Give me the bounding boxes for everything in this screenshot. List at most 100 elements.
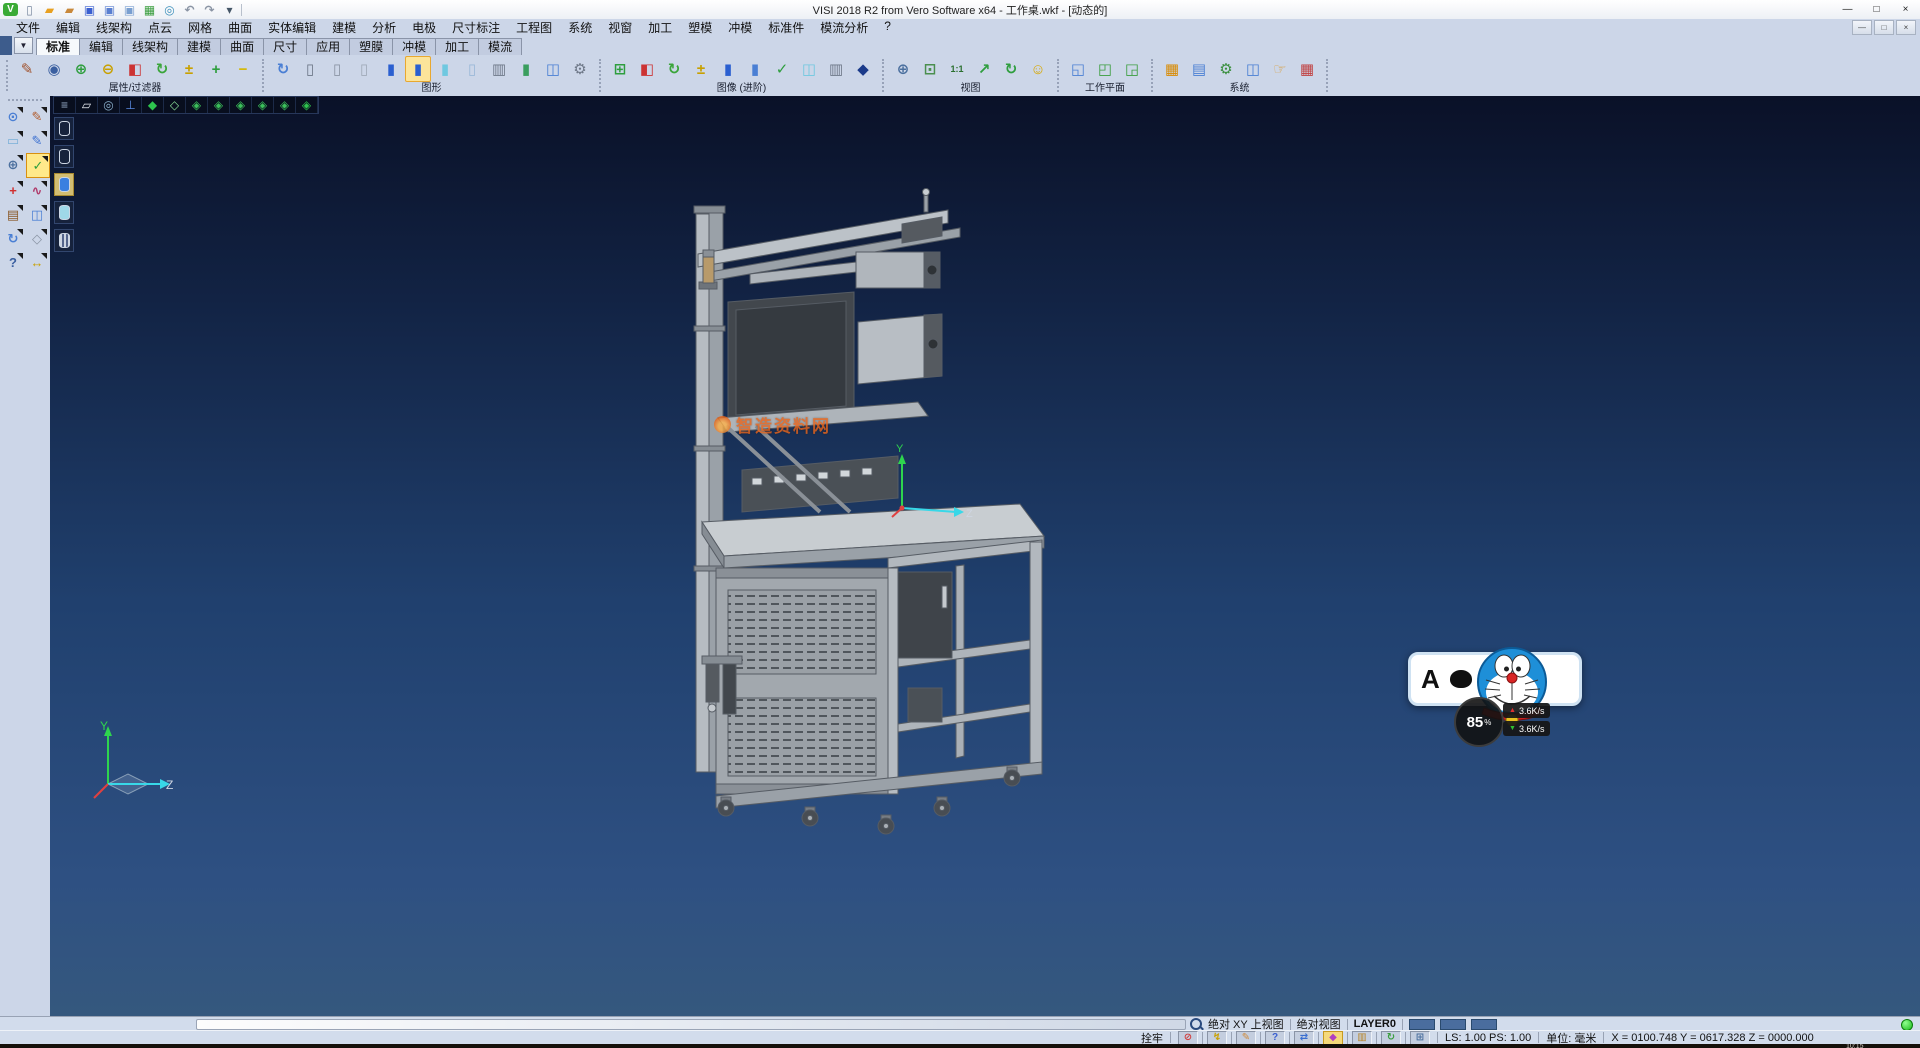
- hide-entities-icon[interactable]: ⊖: [95, 56, 121, 82]
- render-update-icon[interactable]: ▮: [513, 56, 539, 82]
- selection-filter-icon[interactable]: ⊙: [2, 105, 24, 128]
- minimize-button[interactable]: —: [1833, 1, 1862, 19]
- help-icon[interactable]: ?: [2, 251, 24, 274]
- shading-cube-icon[interactable]: ◇: [26, 227, 48, 250]
- rotate-view-icon[interactable]: ↻: [998, 56, 1024, 82]
- section-view-icon[interactable]: ▮: [742, 56, 768, 82]
- zoom-dynamic-icon[interactable]: ⊕: [2, 153, 24, 176]
- menu-item[interactable]: 建模: [324, 19, 364, 36]
- undo-icon[interactable]: ↶: [181, 2, 198, 17]
- new-file-icon[interactable]: ▯: [21, 2, 38, 17]
- ribbon-tab[interactable]: 建模: [177, 38, 221, 55]
- menu-item[interactable]: 线架构: [88, 19, 140, 36]
- menu-item[interactable]: 文件: [8, 19, 48, 36]
- menu-item[interactable]: 冲模: [720, 19, 760, 36]
- redo-icon[interactable]: ↷: [201, 2, 218, 17]
- menu-item[interactable]: 标准件: [760, 19, 812, 36]
- menu-item[interactable]: 实体编辑: [260, 19, 324, 36]
- search-icon[interactable]: [1190, 1018, 1202, 1030]
- viewport-menu-icon[interactable]: ≡: [54, 97, 76, 113]
- pan-view-icon[interactable]: ↗: [971, 56, 997, 82]
- color-table-icon[interactable]: ▦: [1159, 56, 1185, 82]
- zoom-1-1-icon[interactable]: 1:1: [944, 56, 970, 82]
- visibility-filter-icon[interactable]: ◧: [122, 56, 148, 82]
- toggle-visibility-icon[interactable]: ±: [176, 56, 202, 82]
- view-left-icon[interactable]: ◈: [230, 97, 252, 113]
- open-file-icon[interactable]: ▰: [41, 2, 58, 17]
- zoom-window-icon[interactable]: ⊕: [890, 56, 916, 82]
- menu-item[interactable]: 网格: [180, 19, 220, 36]
- curve-edit-icon[interactable]: ∿: [26, 179, 48, 202]
- ribbon-tab[interactable]: 塑膜: [349, 38, 393, 55]
- ribbon-tab[interactable]: 标准: [36, 38, 80, 55]
- customize-toolbar-icon[interactable]: ▾: [221, 2, 238, 17]
- wireframe-mode-icon[interactable]: ▯: [297, 56, 323, 82]
- smart-snap-icon[interactable]: ↯: [1207, 1031, 1227, 1045]
- toolbar-dropdown-button[interactable]: ▼: [14, 37, 33, 54]
- modify-attributes-icon[interactable]: ✎: [14, 56, 40, 82]
- display-hidden-icon[interactable]: [54, 145, 74, 168]
- ribbon-tab[interactable]: 尺寸: [263, 38, 307, 55]
- save-as-icon[interactable]: ▣: [101, 2, 118, 17]
- view-shading-icon[interactable]: ☺: [1025, 56, 1051, 82]
- workplane-entity-icon[interactable]: ◰: [1092, 56, 1118, 82]
- hatched-mode-icon[interactable]: ▥: [486, 56, 512, 82]
- menu-item[interactable]: 分析: [364, 19, 404, 36]
- hidden-line-mode-icon[interactable]: ▯: [324, 56, 350, 82]
- measure-icon[interactable]: ↔: [26, 251, 48, 274]
- zoom-extents-icon[interactable]: ⊡: [917, 56, 943, 82]
- mesh-display-icon[interactable]: ▥: [823, 56, 849, 82]
- sketch-edit-icon[interactable]: ✎: [26, 129, 48, 152]
- menu-item[interactable]: 编辑: [48, 19, 88, 36]
- copy-graphics-icon[interactable]: ◫: [540, 56, 566, 82]
- ribbon-tab[interactable]: 应用: [306, 38, 350, 55]
- ribbon-tab[interactable]: 编辑: [79, 38, 123, 55]
- shaded-mode-icon[interactable]: ▮: [378, 56, 404, 82]
- selection-settings-icon[interactable]: ☞: [1267, 56, 1293, 82]
- active-layer-label[interactable]: LAYER0: [1354, 1018, 1396, 1030]
- ribbon-tab[interactable]: 曲面: [220, 38, 264, 55]
- context-help-icon[interactable]: ?: [1265, 1031, 1285, 1045]
- ribbon-tab[interactable]: 模流: [478, 38, 522, 55]
- invert-visibility-icon[interactable]: ↻: [149, 56, 175, 82]
- toolbox-grip[interactable]: [8, 99, 42, 101]
- workplane-xy-icon[interactable]: ◱: [1065, 56, 1091, 82]
- toggle-image-icon[interactable]: ±: [688, 56, 714, 82]
- view-iso2-icon[interactable]: ◈: [296, 97, 318, 113]
- visi-logo[interactable]: V: [3, 3, 18, 16]
- view-swatch-1[interactable]: [1409, 1019, 1435, 1030]
- menu-item[interactable]: 加工: [640, 19, 680, 36]
- mdi-restore-button[interactable]: □: [1874, 20, 1894, 35]
- view-back-icon[interactable]: ◈: [208, 97, 230, 113]
- wcs-origin-icon[interactable]: +: [2, 179, 24, 202]
- view-iso-wire-icon[interactable]: ◇: [164, 97, 186, 113]
- window-tile-icon[interactable]: ◫: [26, 203, 48, 226]
- stamp-tool-icon[interactable]: ✎: [1236, 1031, 1256, 1045]
- menu-item[interactable]: 系统: [560, 19, 600, 36]
- menu-item[interactable]: 视窗: [600, 19, 640, 36]
- flat-shade-mode-icon[interactable]: ▯: [459, 56, 485, 82]
- grid-settings-icon[interactable]: ▦: [1294, 56, 1320, 82]
- attribute-layers-icon[interactable]: ▤: [2, 203, 24, 226]
- view-top-icon[interactable]: ◆: [142, 97, 164, 113]
- verify-shading-icon[interactable]: ✓: [769, 56, 795, 82]
- dashed-hidden-mode-icon[interactable]: ▯: [351, 56, 377, 82]
- options-icon[interactable]: ⚙: [1213, 56, 1239, 82]
- ribbon-tab[interactable]: 冲模: [392, 38, 436, 55]
- render-view-icon[interactable]: ◎: [98, 97, 120, 113]
- show-entities-icon[interactable]: ⊕: [68, 56, 94, 82]
- menu-item[interactable]: 工程图: [508, 19, 560, 36]
- ribbon-tab[interactable]: 加工: [435, 38, 479, 55]
- layer-manager-icon[interactable]: ▥: [1352, 1031, 1372, 1045]
- mdi-close-button[interactable]: ×: [1896, 20, 1916, 35]
- menu-item[interactable]: ?: [876, 19, 899, 36]
- ribbon-tab[interactable]: 线架构: [122, 38, 178, 55]
- view-front-icon[interactable]: ◈: [186, 97, 208, 113]
- hide-all-icon[interactable]: −: [230, 56, 256, 82]
- print-icon[interactable]: ▦: [141, 2, 158, 17]
- open-model-icon[interactable]: ▰: [61, 2, 78, 17]
- display-shaded-icon[interactable]: [54, 173, 74, 196]
- attributes-info-icon[interactable]: ◉: [41, 56, 67, 82]
- save-icon[interactable]: ▣: [81, 2, 98, 17]
- view-swatch-3[interactable]: [1471, 1019, 1497, 1030]
